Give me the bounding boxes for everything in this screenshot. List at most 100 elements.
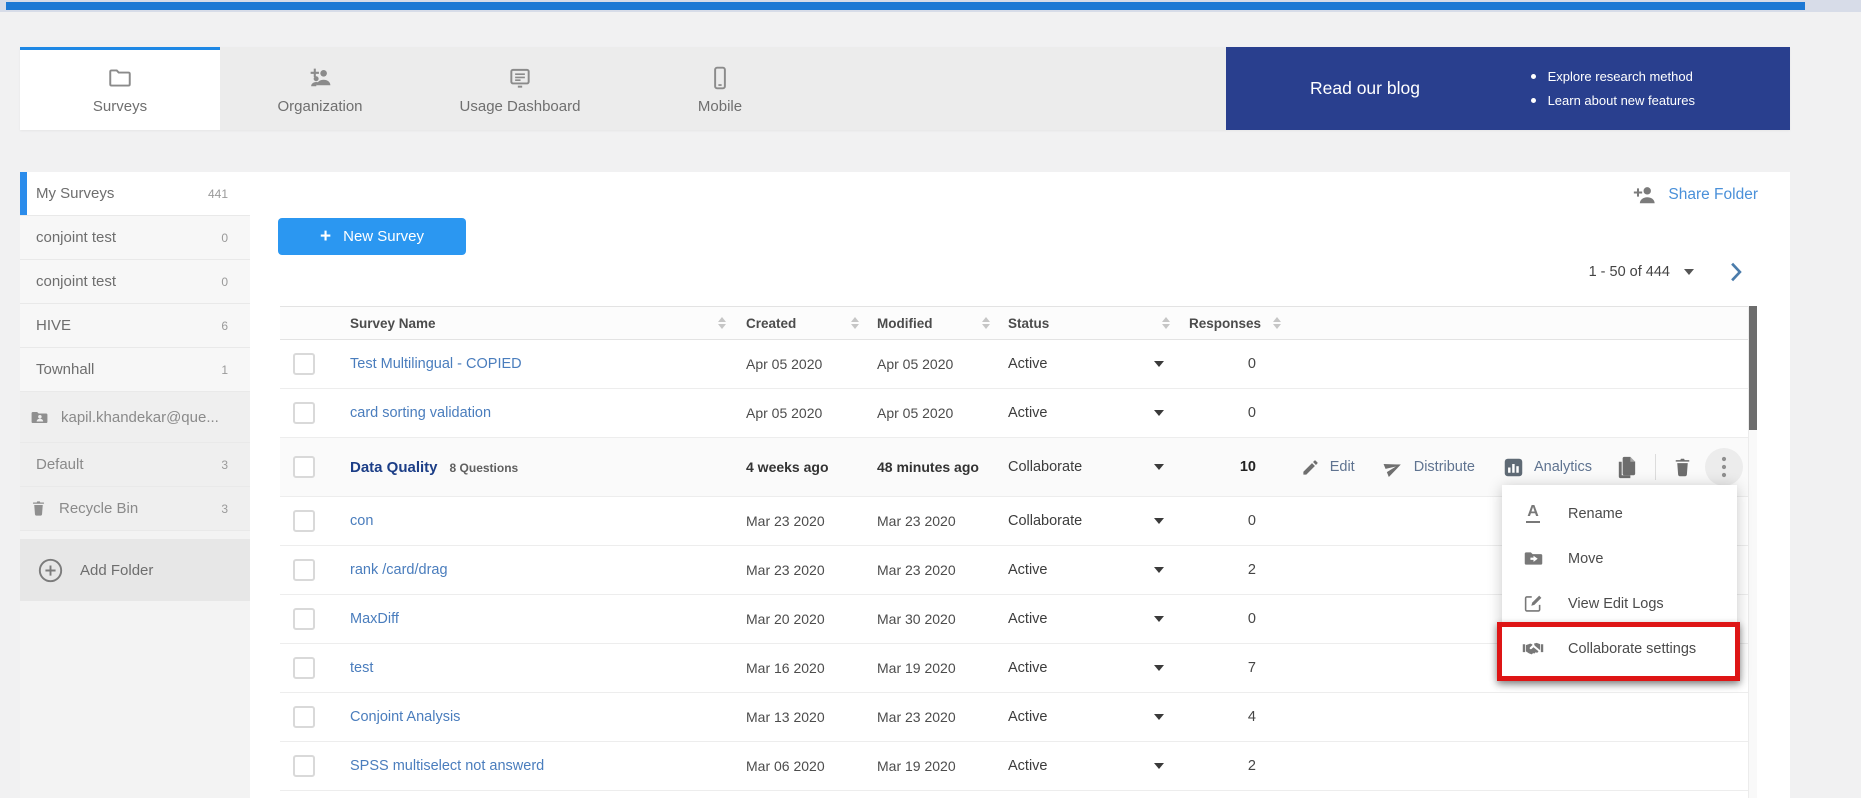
folder-count: 0: [221, 231, 228, 245]
tab-organization[interactable]: Organization: [220, 47, 420, 130]
row-checkbox[interactable]: [293, 402, 315, 424]
survey-name-link[interactable]: rank /card/drag: [350, 562, 448, 578]
sort-icon[interactable]: [982, 317, 990, 329]
survey-name-link[interactable]: Conjoint Analysis: [350, 709, 460, 725]
row-checkbox[interactable]: [293, 353, 315, 375]
responses-count: 2: [1178, 562, 1272, 578]
caret-down-icon[interactable]: [1154, 665, 1164, 671]
survey-name-link[interactable]: con: [350, 513, 373, 529]
row-checkbox[interactable]: [293, 456, 315, 478]
row-context-menu: A Rename Move View Edit Logs Collaborat: [1502, 485, 1737, 677]
status-dropdown[interactable]: Collaborate: [998, 513, 1178, 529]
tab-label: Organization: [277, 98, 362, 115]
survey-name-link[interactable]: Test Multilingual - COPIED: [350, 356, 522, 372]
menu-item-collaborate-settings[interactable]: Collaborate settings: [1502, 626, 1737, 671]
caret-down-icon[interactable]: [1154, 464, 1164, 470]
add-folder-button[interactable]: Add Folder: [20, 539, 250, 601]
move-folder-icon: [1522, 548, 1544, 569]
row-checkbox[interactable]: [293, 706, 315, 728]
surveys-panel: Share Folder + New Survey 1 - 50 of 444 …: [250, 172, 1790, 798]
vertical-dots-icon: [1721, 456, 1727, 478]
table-row: SPSS multiselect not answerd Mar 06 2020…: [280, 742, 1757, 791]
modified-cell: Apr 05 2020: [867, 405, 998, 421]
caret-down-icon[interactable]: [1154, 518, 1164, 524]
tab-usage-dashboard[interactable]: Usage Dashboard: [420, 47, 620, 130]
status-dropdown[interactable]: Active: [998, 709, 1178, 725]
caret-down-icon[interactable]: [1154, 763, 1164, 769]
survey-name-link[interactable]: SPSS multiselect not answerd: [350, 758, 544, 774]
row-checkbox[interactable]: [293, 559, 315, 581]
tab-surveys[interactable]: Surveys: [20, 47, 220, 130]
status-dropdown[interactable]: Active: [998, 405, 1178, 421]
sidebar-item-conjoint-test-2[interactable]: conjoint test 0: [20, 260, 250, 304]
new-survey-button[interactable]: + New Survey: [278, 218, 466, 255]
folders-sidebar: My Surveys 441 conjoint test 0 conjoint …: [20, 172, 250, 798]
banner-bullet-list: Explore research method Learn about new …: [1531, 69, 1695, 108]
copy-button[interactable]: [1614, 455, 1639, 480]
responses-count: 7: [1178, 660, 1272, 676]
share-folder-button[interactable]: Share Folder: [1632, 184, 1758, 206]
row-checkbox[interactable]: [293, 608, 315, 630]
status-dropdown[interactable]: Collaborate: [998, 459, 1178, 475]
row-checkbox[interactable]: [293, 755, 315, 777]
delete-button[interactable]: [1672, 457, 1693, 478]
sidebar-item-conjoint-test-1[interactable]: conjoint test 0: [20, 216, 250, 260]
caret-down-icon[interactable]: [1154, 567, 1164, 573]
app-screen: Surveys Organization Usage Dashboard Mob…: [0, 0, 1861, 798]
created-cell: Mar 06 2020: [736, 758, 867, 774]
caret-down-icon[interactable]: [1154, 361, 1164, 367]
plus-icon: +: [320, 227, 331, 246]
caret-down-icon[interactable]: [1154, 410, 1164, 416]
folder-count: 441: [208, 187, 228, 201]
status-dropdown[interactable]: Active: [998, 356, 1178, 372]
created-cell: Mar 23 2020: [736, 562, 867, 578]
trash-icon: [30, 500, 47, 517]
menu-item-move[interactable]: Move: [1502, 536, 1737, 581]
sort-icon[interactable]: [851, 317, 859, 329]
sidebar-item-recycle-bin[interactable]: Recycle Bin 3: [20, 487, 250, 531]
status-dropdown[interactable]: Active: [998, 562, 1178, 578]
survey-name-link[interactable]: test: [350, 660, 373, 676]
status-label: Active: [1008, 709, 1048, 725]
tab-mobile[interactable]: Mobile: [620, 47, 820, 130]
status-label: Collaborate: [1008, 513, 1082, 529]
analytics-button[interactable]: Analytics: [1503, 457, 1592, 478]
survey-name-link[interactable]: MaxDiff: [350, 611, 399, 627]
distribute-button[interactable]: Distribute: [1383, 457, 1475, 478]
tab-label: Surveys: [93, 98, 147, 115]
sidebar-item-default[interactable]: Default 3: [20, 443, 250, 487]
next-page-button[interactable]: [1730, 262, 1742, 282]
folder-count: 3: [221, 458, 228, 472]
survey-name-link[interactable]: card sorting validation: [350, 405, 491, 421]
row-checkbox[interactable]: [293, 657, 315, 679]
tab-label: Usage Dashboard: [460, 98, 581, 115]
caret-down-icon[interactable]: [1154, 714, 1164, 720]
sidebar-item-townhall[interactable]: Townhall 1: [20, 348, 250, 392]
pencil-icon: [1301, 458, 1320, 477]
menu-item-view-edit-logs[interactable]: View Edit Logs: [1502, 581, 1737, 626]
menu-item-rename[interactable]: A Rename: [1502, 491, 1737, 536]
read-our-blog-link[interactable]: Read our blog: [1310, 78, 1420, 99]
sort-icon[interactable]: [718, 317, 726, 329]
more-actions-button[interactable]: [1705, 448, 1743, 486]
status-dropdown[interactable]: Active: [998, 758, 1178, 774]
sort-icon[interactable]: [1273, 317, 1281, 329]
caret-down-icon[interactable]: [1154, 616, 1164, 622]
status-dropdown[interactable]: Active: [998, 660, 1178, 676]
survey-name-link[interactable]: Data Quality: [350, 459, 438, 476]
sort-icon[interactable]: [1162, 317, 1170, 329]
sidebar-item-hive[interactable]: HIVE 6: [20, 304, 250, 348]
sidebar-item-my-surveys[interactable]: My Surveys 441: [20, 172, 250, 216]
browser-top-strip: [0, 0, 1861, 12]
scrollbar-thumb[interactable]: [1749, 306, 1757, 430]
modified-cell: Mar 19 2020: [867, 758, 998, 774]
sidebar-item-shared-account[interactable]: kapil.khandekar@que...: [20, 392, 250, 443]
table-scrollbar[interactable]: [1748, 306, 1757, 798]
folder-icon: [107, 65, 133, 91]
pagination-range: 1 - 50 of 444: [1589, 264, 1670, 280]
edit-button[interactable]: Edit: [1301, 458, 1355, 477]
status-dropdown[interactable]: Active: [998, 611, 1178, 627]
row-checkbox[interactable]: [293, 510, 315, 532]
caret-down-icon[interactable]: [1684, 269, 1694, 275]
rename-icon: A: [1522, 504, 1544, 523]
